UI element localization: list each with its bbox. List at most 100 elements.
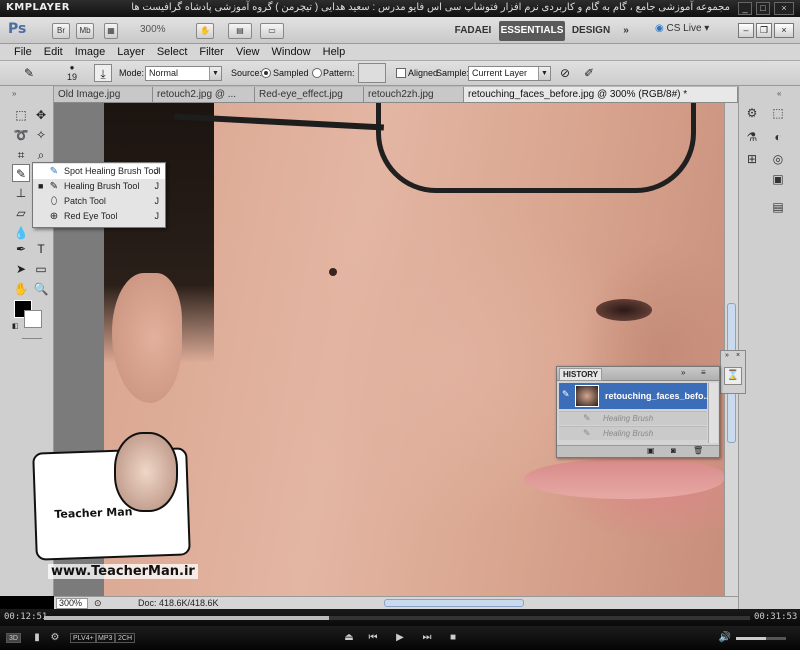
stop-icon[interactable]: ■ <box>446 631 460 645</box>
hand-tool-icon[interactable]: ✋ <box>196 23 214 39</box>
path-selection-icon[interactable]: ➤ <box>12 260 30 278</box>
playlist-icon[interactable]: ▮ <box>30 631 44 645</box>
camera-icon[interactable]: ◙ <box>671 446 676 455</box>
ignore-adjustment-layers-icon[interactable]: ⊘ <box>556 64 574 82</box>
km-close-icon[interactable]: × <box>774 2 794 15</box>
history-scrollbar[interactable] <box>708 383 718 443</box>
marquee-tool-icon[interactable]: ⬚ <box>12 106 30 124</box>
spot-healing-tool-icon[interactable]: ✎ <box>12 164 30 182</box>
km-minimize-icon[interactable]: _ <box>738 2 752 15</box>
panel-menu-icon[interactable]: ≡ <box>701 368 706 377</box>
appbar-zoom-level[interactable]: 300% <box>140 24 182 35</box>
menu-layer[interactable]: Layer <box>111 44 151 60</box>
tab-retouching-faces-before[interactable]: retouching_faces_before.jpg @ 300% (RGB/… <box>464 87 738 102</box>
menu-help[interactable]: Help <box>317 44 352 60</box>
expand-panels-icon[interactable]: « <box>777 89 781 98</box>
history-state[interactable]: ✎ Healing Brush <box>559 411 707 425</box>
status-zoom[interactable]: 300% <box>56 598 88 609</box>
mini-bridge-panel-icon[interactable]: ⚙ <box>743 104 761 122</box>
ps-minimize-icon[interactable]: – <box>738 23 754 38</box>
flyout-patch[interactable]: ⬯ Patch Tool J <box>33 194 165 209</box>
history-panel-icon[interactable]: ⌛ <box>724 367 742 385</box>
horizontal-scroll-thumb[interactable] <box>384 599 524 607</box>
history-tab[interactable]: HISTORY <box>559 368 603 381</box>
lasso-tool-icon[interactable]: ➰ <box>12 126 30 144</box>
workspace-essentials[interactable]: ESSENTIALS <box>499 21 565 41</box>
screen-mode-icon[interactable]: ▭ <box>260 23 284 39</box>
workspace-fadaei[interactable]: FADAEI <box>450 21 496 41</box>
tab-red-eye-effect[interactable]: Red-eye_effect.jpg <box>255 87 364 102</box>
history-brush-source-icon[interactable]: ✎ <box>562 389 570 400</box>
next-icon[interactable]: ⏭ <box>420 631 434 645</box>
collapse-arrows-icon[interactable]: » <box>681 368 685 377</box>
seek-bar[interactable] <box>44 616 750 620</box>
aligned-checkbox[interactable] <box>396 68 406 78</box>
ps-close-icon[interactable]: × <box>774 23 794 38</box>
tab-old-image[interactable]: Old Image.jpg <box>54 87 153 102</box>
history-state[interactable]: ✎ Healing Brush <box>559 426 707 440</box>
workspace-design[interactable]: DESIGN <box>569 21 613 41</box>
menu-edit[interactable]: Edit <box>38 44 69 60</box>
brush-panel-icon[interactable]: ⤓ <box>94 64 112 82</box>
menu-view[interactable]: View <box>230 44 266 60</box>
styles-panel-icon[interactable]: ⊞ <box>743 150 761 168</box>
channels-panel-icon[interactable]: ▤ <box>769 198 787 216</box>
hand-tool-icon[interactable]: ✋ <box>12 280 30 298</box>
move-tool-icon[interactable]: ✥ <box>32 106 50 124</box>
ps-restore-icon[interactable]: ❐ <box>756 23 772 38</box>
rectangle-tool-icon[interactable]: ▭ <box>32 260 50 278</box>
adjustments-panel-icon[interactable]: ◐ <box>769 128 787 146</box>
quick-selection-icon[interactable]: ✧ <box>32 126 50 144</box>
zoom-tool-icon[interactable]: 🔍 <box>32 280 50 298</box>
clone-stamp-icon[interactable]: ⊥ <box>12 184 30 202</box>
pen-tool-icon[interactable]: ✒ <box>12 240 30 258</box>
default-colors-icon[interactable]: ◧ <box>12 322 19 330</box>
arrange-documents-icon[interactable]: ▤ <box>228 23 252 39</box>
more-workspaces-icon[interactable]: » <box>616 21 636 41</box>
status-info-icon[interactable]: ⊙ <box>94 598 102 609</box>
flyout-healing-brush[interactable]: ■ ✎ Healing Brush Tool J <box>33 179 165 194</box>
eject-icon[interactable]: ⏏ <box>342 631 356 645</box>
layers-panel-icon[interactable]: ▣ <box>769 170 787 188</box>
pressure-icon[interactable]: ✐ <box>580 64 598 82</box>
masks-panel-icon[interactable]: ◎ <box>769 150 787 168</box>
collapse-arrows-icon[interactable]: » <box>725 352 729 359</box>
menu-image[interactable]: Image <box>69 44 112 60</box>
healing-brush-icon[interactable]: ✎ <box>20 64 38 82</box>
flyout-spot-healing[interactable]: ✎ Spot Healing Brush Tool J <box>33 164 165 179</box>
guides-icon[interactable]: ▦ <box>104 23 118 39</box>
background-color-swatch[interactable] <box>24 310 42 328</box>
sample-select[interactable]: Current Layer ▼ <box>468 66 551 81</box>
history-snapshot[interactable]: ✎ retouching_faces_befo... <box>559 383 711 409</box>
tab-retouch2[interactable]: retouch2.jpg @ ... <box>153 87 255 102</box>
volume-icon[interactable]: 🔊 <box>718 631 732 645</box>
tab-retouch2zh[interactable]: retouch2zh.jpg <box>364 87 464 102</box>
bridge-button[interactable]: Br <box>52 23 70 39</box>
minibridge-button[interactable]: Mb <box>76 23 94 39</box>
3d-badge[interactable]: 3D <box>6 633 21 643</box>
collapse-toolbox-icon[interactable]: » <box>12 89 16 98</box>
menu-file[interactable]: File <box>8 44 38 60</box>
crop-tool-icon[interactable]: ⌗ <box>12 146 30 164</box>
menu-window[interactable]: Window <box>266 44 317 60</box>
brush-preset-picker[interactable]: ● 19 <box>64 63 80 82</box>
sampled-radio[interactable] <box>261 68 271 78</box>
km-maximize-icon[interactable]: □ <box>756 2 770 15</box>
play-icon[interactable]: ▶ <box>393 631 407 645</box>
flyout-red-eye[interactable]: ⊕ Red Eye Tool J <box>33 209 165 224</box>
trash-icon[interactable]: 🗑 <box>693 446 703 455</box>
close-icon[interactable]: × <box>736 352 740 359</box>
menu-select[interactable]: Select <box>151 44 194 60</box>
mode-select[interactable]: Normal ▼ <box>145 66 222 81</box>
settings-gear-icon[interactable]: ⚙ <box>48 631 62 645</box>
menu-filter[interactable]: Filter <box>193 44 229 60</box>
swatches-panel-icon[interactable]: ⚗ <box>743 128 761 146</box>
eraser-icon[interactable]: ▱ <box>12 204 30 222</box>
type-tool-icon[interactable]: T <box>32 240 50 258</box>
previous-icon[interactable]: ⏮ <box>366 631 380 645</box>
pattern-picker[interactable] <box>358 63 386 83</box>
volume-slider[interactable] <box>736 637 786 640</box>
brush-presets-panel-icon[interactable]: ⬚ <box>769 104 787 122</box>
cs-live-button[interactable]: ◉ CS Live ▾ <box>655 23 709 34</box>
new-document-icon[interactable]: ▣ <box>647 446 655 455</box>
